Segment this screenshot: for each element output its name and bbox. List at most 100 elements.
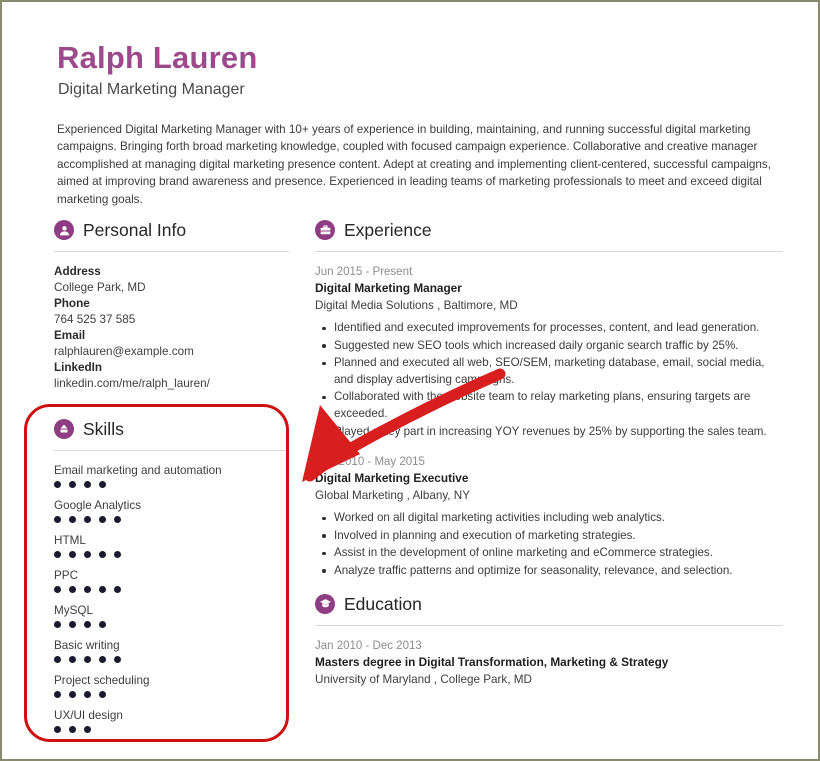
experience-title: Experience <box>344 220 432 240</box>
skill-item: Project scheduling <box>54 673 289 698</box>
section-personal-info: Personal Info Address College Park, MD P… <box>54 220 289 392</box>
puzzle-icon <box>54 419 74 439</box>
skill-dot <box>69 586 76 593</box>
skill-dot <box>99 691 106 698</box>
briefcase-icon <box>315 220 335 240</box>
skills-title: Skills <box>83 419 124 439</box>
experience-list: Jun 2015 - Present Digital Marketing Mana… <box>315 264 783 580</box>
skill-dot <box>54 691 61 698</box>
skill-dot <box>69 516 76 523</box>
skill-dot <box>69 691 76 698</box>
skill-dot <box>54 516 61 523</box>
pi-value-address: College Park, MD <box>54 281 146 294</box>
education-title: Education <box>344 593 422 614</box>
skill-dot <box>84 691 91 698</box>
resume-page: Ralph Lauren Digital Marketing Manager E… <box>0 0 820 761</box>
entry-organization: Global Marketing , Albany, NY <box>315 489 471 503</box>
education-list: Jan 2010 - Dec 2013 Masters degree in Dig… <box>315 638 783 688</box>
skill-name: Basic writing <box>54 639 120 652</box>
skill-dot <box>69 726 76 733</box>
skill-item: Email marketing and automation <box>54 463 289 488</box>
skill-level-dots <box>54 656 289 663</box>
skill-dot <box>84 656 91 663</box>
experience-entry: Dec 2010 - May 2015 Digital Marketing Exe… <box>315 454 783 579</box>
resume-canvas: Ralph Lauren Digital Marketing Manager E… <box>2 2 818 759</box>
graduation-cap-icon <box>315 593 335 614</box>
entry-bullet-list: Worked on all digital marketing activiti… <box>315 510 783 579</box>
experience-entry: Jun 2015 - Present Digital Marketing Mana… <box>315 264 783 440</box>
skill-dot <box>114 586 121 593</box>
divider <box>54 251 289 252</box>
skill-dot <box>114 516 121 523</box>
skill-level-dots <box>54 516 289 523</box>
summary-paragraph: Experienced Digital Marketing Manager wi… <box>57 123 771 206</box>
entry-degree: Masters degree in Digital Transformation… <box>315 654 669 669</box>
skill-dot <box>99 586 106 593</box>
skill-dot <box>54 586 61 593</box>
skill-level-dots <box>54 481 289 488</box>
entry-date: Jun 2015 - Present <box>315 266 413 278</box>
bullet-item: Suggested new SEO tools which increased … <box>315 338 783 355</box>
skill-item: UX/UI design <box>54 708 289 733</box>
bullet-item: Identified and executed improvements for… <box>315 320 783 337</box>
skill-dot <box>84 551 91 558</box>
education-entry: Jan 2010 - Dec 2013 Masters degree in Dig… <box>315 638 783 688</box>
skill-dot <box>99 656 106 663</box>
entry-bullet-list: Identified and executed improvements for… <box>315 320 783 440</box>
skill-name: MySQL <box>54 604 93 617</box>
pi-value-linkedin[interactable]: linkedin.com/me/ralph_lauren/ <box>54 376 289 392</box>
skill-dot <box>99 481 106 488</box>
skill-dot <box>114 551 121 558</box>
skills-header: Skills <box>54 419 289 442</box>
personal-info-list: Address College Park, MD Phone 764 525 3… <box>54 264 289 392</box>
skill-dot <box>69 656 76 663</box>
entry-date: Dec 2010 - May 2015 <box>315 456 425 469</box>
section-education: Education Jan 2010 - Dec 2013 Masters deg… <box>315 593 783 688</box>
experience-header: Experience <box>315 220 783 243</box>
skill-dot <box>54 656 61 663</box>
skill-name: UX/UI design <box>54 709 123 722</box>
skill-level-dots <box>54 551 289 558</box>
bullet-item: Assist in the development of online mark… <box>315 545 783 562</box>
job-title: Digital Marketing Manager <box>58 81 245 98</box>
skill-dot <box>84 586 91 593</box>
skill-dot <box>99 551 106 558</box>
entry-school: University of Maryland , College Park, M… <box>315 672 532 686</box>
bullet-item: Involved in planning and execution of ma… <box>315 528 783 545</box>
skill-dot <box>54 621 61 628</box>
skill-dot <box>99 516 106 523</box>
skill-dot <box>99 621 106 628</box>
skill-dot <box>84 516 91 523</box>
bullet-item: Worked on all digital marketing activiti… <box>315 510 783 527</box>
skill-dot <box>54 481 61 488</box>
pi-label-phone: Phone <box>54 297 90 310</box>
skill-name: Google Analytics <box>54 499 142 512</box>
personal-info-title: Personal Info <box>83 220 187 240</box>
divider <box>54 450 289 451</box>
skill-dot <box>69 481 76 488</box>
bullet-item: Planned and executed all web, SEO/SEM, m… <box>315 355 783 388</box>
skill-dot <box>114 656 121 663</box>
education-header: Education <box>315 593 783 617</box>
skill-item: Basic writing <box>54 638 289 663</box>
skill-dot <box>84 621 91 628</box>
pi-value-phone: 764 525 37 585 <box>54 313 136 326</box>
skill-dot <box>84 481 91 488</box>
skill-level-dots <box>54 621 289 628</box>
pi-label-linkedin: LinkedIn <box>54 361 103 374</box>
entry-date: Jan 2010 - Dec 2013 <box>315 639 422 652</box>
skill-item: HTML <box>54 533 289 558</box>
skill-level-dots <box>54 726 289 733</box>
skills-list: Email marketing and automation Google Ana… <box>54 463 289 733</box>
bullet-item: Played a key part in increasing YOY reve… <box>334 424 767 438</box>
section-experience: Experience Jun 2015 - Present Digital Mar… <box>315 220 783 580</box>
skill-name: Email marketing and automation <box>54 464 222 477</box>
pi-label-address: Address <box>54 265 101 278</box>
skill-name: PPC <box>54 569 79 582</box>
skill-dot <box>84 726 91 733</box>
personal-info-header: Personal Info <box>54 220 289 243</box>
skill-dot <box>69 621 76 628</box>
user-icon <box>54 220 74 240</box>
skill-dot <box>54 726 61 733</box>
skill-name: Project scheduling <box>54 674 150 687</box>
